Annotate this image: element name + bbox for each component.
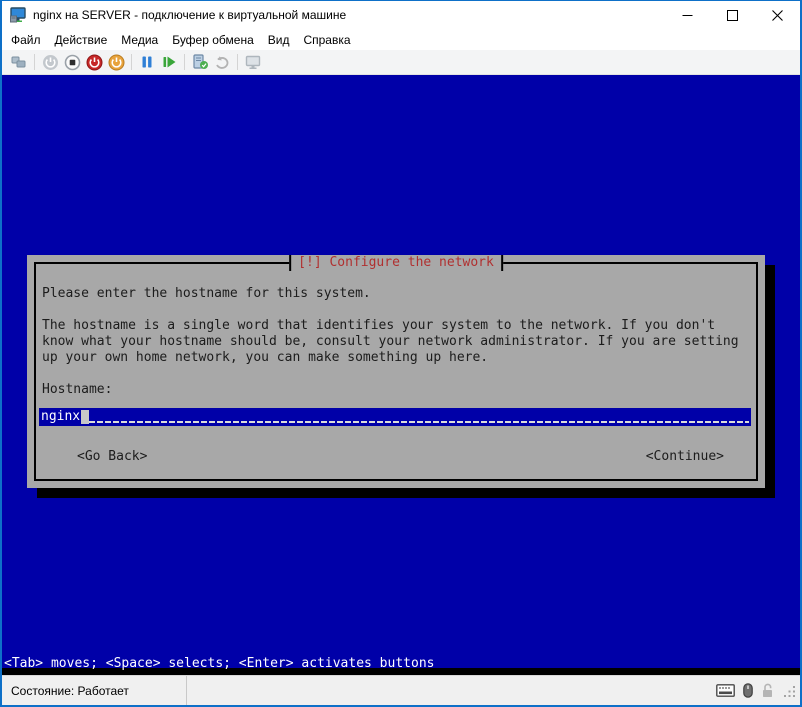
vm-state-text: Состояние: Работает bbox=[2, 684, 129, 698]
start-icon bbox=[42, 54, 59, 71]
close-button[interactable] bbox=[755, 1, 800, 29]
intro-line: Please enter the hostname for this syste… bbox=[42, 286, 750, 302]
turn-off-button[interactable] bbox=[61, 52, 83, 72]
reset-icon bbox=[162, 55, 177, 69]
save-icon bbox=[108, 54, 125, 71]
revert-button[interactable] bbox=[211, 52, 233, 72]
keyboard-hint-line: <Tab> moves; <Space> selects; <Enter> ac… bbox=[4, 655, 434, 673]
toolbar bbox=[2, 50, 800, 75]
hostname-input-value: nginx bbox=[41, 409, 80, 425]
unlock-icon bbox=[761, 683, 774, 698]
minimize-icon bbox=[682, 10, 693, 21]
maximize-icon bbox=[727, 10, 738, 21]
paragraph-line: The hostname is a single word that ident… bbox=[42, 318, 750, 334]
menu-help[interactable]: Справка bbox=[296, 31, 357, 49]
paragraph-line: up your own home network, you can make s… bbox=[42, 350, 750, 366]
pause-button[interactable] bbox=[136, 52, 158, 72]
ctrl-alt-del-button[interactable] bbox=[8, 52, 30, 72]
entry-underscore-fill bbox=[89, 409, 749, 425]
toolbar-separator bbox=[131, 54, 132, 70]
continue-button[interactable]: <Continue> bbox=[646, 449, 724, 465]
toolbar-separator bbox=[237, 54, 238, 70]
ctrl-alt-del-icon bbox=[11, 55, 27, 69]
title-bar: nginx на SERVER - подключение к виртуаль… bbox=[2, 1, 800, 29]
close-icon bbox=[772, 10, 783, 21]
turn-off-icon bbox=[64, 54, 81, 71]
minimize-button[interactable] bbox=[665, 1, 710, 29]
toolbar-separator bbox=[184, 54, 185, 70]
checkpoint-icon bbox=[192, 54, 209, 70]
hostname-input[interactable]: nginx bbox=[39, 408, 751, 426]
enhanced-session-button[interactable] bbox=[242, 52, 264, 72]
menu-clipboard[interactable]: Буфер обмена bbox=[165, 31, 261, 49]
vm-display[interactable]: [!] Configure the network Please enter t… bbox=[2, 75, 800, 675]
revert-icon bbox=[214, 55, 230, 70]
keyboard-capture-icon bbox=[716, 684, 735, 697]
paragraph-line: know what your hostname should be, consu… bbox=[42, 334, 750, 350]
menu-action[interactable]: Действие bbox=[48, 31, 115, 49]
menu-media[interactable]: Медиа bbox=[114, 31, 165, 49]
shutdown-icon bbox=[86, 54, 103, 71]
reset-button[interactable] bbox=[158, 52, 180, 72]
go-back-button[interactable]: <Go Back> bbox=[77, 449, 147, 465]
save-button[interactable] bbox=[105, 52, 127, 72]
maximize-button[interactable] bbox=[710, 1, 755, 29]
text-cursor bbox=[81, 410, 89, 424]
vmconnect-window: nginx на SERVER - подключение к виртуаль… bbox=[0, 0, 802, 707]
menu-view[interactable]: Вид bbox=[261, 31, 297, 49]
dialog-title: [!] Configure the network bbox=[289, 255, 503, 271]
shutdown-button[interactable] bbox=[83, 52, 105, 72]
enhanced-session-icon bbox=[245, 55, 262, 70]
caption-buttons bbox=[665, 1, 800, 29]
resize-grip[interactable] bbox=[784, 685, 797, 703]
hyper-v-vm-icon bbox=[10, 7, 27, 23]
checkpoint-button[interactable] bbox=[189, 52, 211, 72]
menu-file[interactable]: Файл bbox=[4, 31, 48, 49]
start-button[interactable] bbox=[39, 52, 61, 72]
dialog-button-row: <Go Back> <Continue> bbox=[42, 449, 750, 465]
pause-icon bbox=[140, 55, 154, 69]
configure-network-dialog: [!] Configure the network Please enter t… bbox=[27, 255, 765, 488]
window-title: nginx на SERVER - подключение к виртуаль… bbox=[33, 8, 346, 22]
status-bar: Состояние: Работает bbox=[2, 675, 800, 705]
toolbar-separator bbox=[34, 54, 35, 70]
dialog-content: Please enter the hostname for this syste… bbox=[42, 286, 750, 465]
status-section: Состояние: Работает bbox=[2, 676, 187, 705]
hostname-label: Hostname: bbox=[42, 382, 750, 398]
mouse-capture-icon bbox=[743, 683, 753, 698]
blank-line bbox=[42, 302, 750, 318]
menu-bar: Файл Действие Медиа Буфер обмена Вид Спр… bbox=[2, 29, 800, 50]
